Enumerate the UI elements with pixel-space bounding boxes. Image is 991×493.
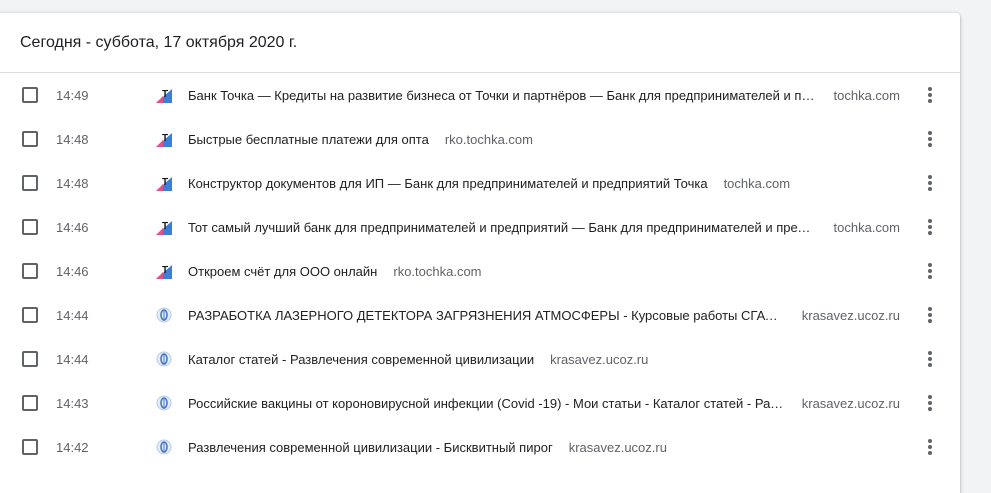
entry-link[interactable]: Быстрые бесплатные платежи для опта rko.t… <box>188 132 900 147</box>
entry-domain: krasavez.ucoz.ru <box>568 439 667 455</box>
history-entry-row: 14:42 Развлечения современной цивилизации… <box>0 425 960 469</box>
entry-domain: krasavez.ucoz.ru <box>801 395 900 411</box>
entry-title[interactable]: Российские вакцины от короновирусной инф… <box>188 396 786 411</box>
history-entry-row: 14:48 T Быстрые бесплатные платежи для опт… <box>0 117 960 161</box>
entry-link[interactable]: Развлечения современной цивилизации - Би… <box>188 440 900 455</box>
entry-domain: krasavez.ucoz.ru <box>550 351 649 367</box>
history-entry-row: 14:46 T Откроем счёт для ООО онлайн rko.toc… <box>0 249 960 293</box>
tochka-icon: T <box>156 219 172 235</box>
select-entry-checkbox[interactable] <box>22 175 38 191</box>
tochka-icon: T <box>156 131 172 147</box>
entry-title[interactable]: Каталог статей - Развлечения современной… <box>188 352 534 367</box>
entry-title[interactable]: Конструктор документов для ИП — Банк для… <box>188 176 708 191</box>
more-actions-icon[interactable] <box>918 347 942 371</box>
ucoz-icon <box>156 439 172 455</box>
select-entry-checkbox[interactable] <box>22 263 38 279</box>
more-actions-icon[interactable] <box>918 127 942 151</box>
entry-title[interactable]: Банк Точка — Кредиты на развитие бизнеса… <box>188 88 818 103</box>
entry-link[interactable]: РАЗРАБОТКА ЛАЗЕРНОГО ДЕТЕКТОРА ЗАГРЯЗНЕН… <box>188 308 900 323</box>
entry-link[interactable]: Конструктор документов для ИП — Банк для… <box>188 176 900 191</box>
more-actions-icon[interactable] <box>918 303 942 327</box>
entry-title[interactable]: Быстрые бесплатные платежи для опта <box>188 132 429 147</box>
entry-domain: tochka.com <box>833 219 900 235</box>
entry-title[interactable]: РАЗРАБОТКА ЛАЗЕРНОГО ДЕТЕКТОРА ЗАГРЯЗНЕН… <box>188 308 786 323</box>
history-entry-row: 14:44 Каталог статей - Развлечения соврем… <box>0 337 960 381</box>
entry-link[interactable]: Банк Точка — Кредиты на развитие бизнеса… <box>188 88 900 103</box>
entry-time: 14:46 <box>56 219 89 235</box>
select-entry-checkbox[interactable] <box>22 219 38 235</box>
entry-link[interactable]: Откроем счёт для ООО онлайн rko.tochka.co… <box>188 264 900 279</box>
more-actions-icon[interactable] <box>918 171 942 195</box>
entry-domain: tochka.com <box>723 175 791 191</box>
tochka-icon: T <box>156 175 172 191</box>
select-entry-checkbox[interactable] <box>22 395 38 411</box>
tochka-icon: T <box>156 87 172 103</box>
more-actions-icon[interactable] <box>918 259 942 283</box>
history-list: 14:49 T Банк Точка — Кредиты на развитие б… <box>0 73 960 469</box>
select-entry-checkbox[interactable] <box>22 87 38 103</box>
svg-text:T: T <box>162 265 168 276</box>
entry-link[interactable]: Каталог статей - Развлечения современной… <box>188 352 900 367</box>
entry-time: 14:48 <box>56 175 89 191</box>
entry-link[interactable]: Тот самый лучший банк для предпринимател… <box>188 220 900 235</box>
select-entry-checkbox[interactable] <box>22 131 38 147</box>
more-actions-icon[interactable] <box>918 391 942 415</box>
entry-domain: krasavez.ucoz.ru <box>801 307 900 323</box>
day-header: Сегодня - суббота, 17 октября 2020 г. <box>0 13 960 73</box>
select-entry-checkbox[interactable] <box>22 439 38 455</box>
more-actions-icon[interactable] <box>918 215 942 239</box>
ucoz-icon <box>156 307 172 323</box>
svg-text:T: T <box>162 221 168 232</box>
entry-title[interactable]: Тот самый лучший банк для предпринимател… <box>188 220 818 235</box>
entry-title[interactable]: Развлечения современной цивилизации - Би… <box>188 440 553 455</box>
entry-domain: tochka.com <box>833 87 900 103</box>
entry-title[interactable]: Откроем счёт для ООО онлайн <box>188 264 377 279</box>
entry-time: 14:46 <box>56 263 89 279</box>
select-entry-checkbox[interactable] <box>22 307 38 323</box>
ucoz-icon <box>156 351 172 367</box>
svg-text:T: T <box>162 177 168 188</box>
entry-time: 14:42 <box>56 439 89 455</box>
history-entry-row: 14:44 РАЗРАБОТКА ЛАЗЕРНОГО ДЕТЕКТОРА ЗАГР… <box>0 293 960 337</box>
entry-domain: rko.tochka.com <box>444 131 533 147</box>
entry-time: 14:43 <box>56 395 89 411</box>
history-entry-row: 14:48 T Конструктор документов для ИП — Ба… <box>0 161 960 205</box>
history-entry-row: 14:43 Российские вакцины от короновирусно… <box>0 381 960 425</box>
tochka-icon: T <box>156 263 172 279</box>
svg-text:T: T <box>162 133 168 144</box>
select-entry-checkbox[interactable] <box>22 351 38 367</box>
history-entry-row: 14:46 T Тот самый лучший банк для предприн… <box>0 205 960 249</box>
history-entry-row: 14:49 T Банк Точка — Кредиты на развитие б… <box>0 73 960 117</box>
entry-time: 14:44 <box>56 307 89 323</box>
ucoz-icon <box>156 395 172 411</box>
entry-link[interactable]: Российские вакцины от короновирусной инф… <box>188 396 900 411</box>
entry-domain: rko.tochka.com <box>393 263 482 279</box>
entry-time: 14:49 <box>56 87 89 103</box>
more-actions-icon[interactable] <box>918 83 942 107</box>
more-actions-icon[interactable] <box>918 435 942 459</box>
history-card: Сегодня - суббота, 17 октября 2020 г. 14… <box>0 13 960 493</box>
entry-time: 14:48 <box>56 131 89 147</box>
svg-text:T: T <box>162 89 168 100</box>
entry-time: 14:44 <box>56 351 89 367</box>
